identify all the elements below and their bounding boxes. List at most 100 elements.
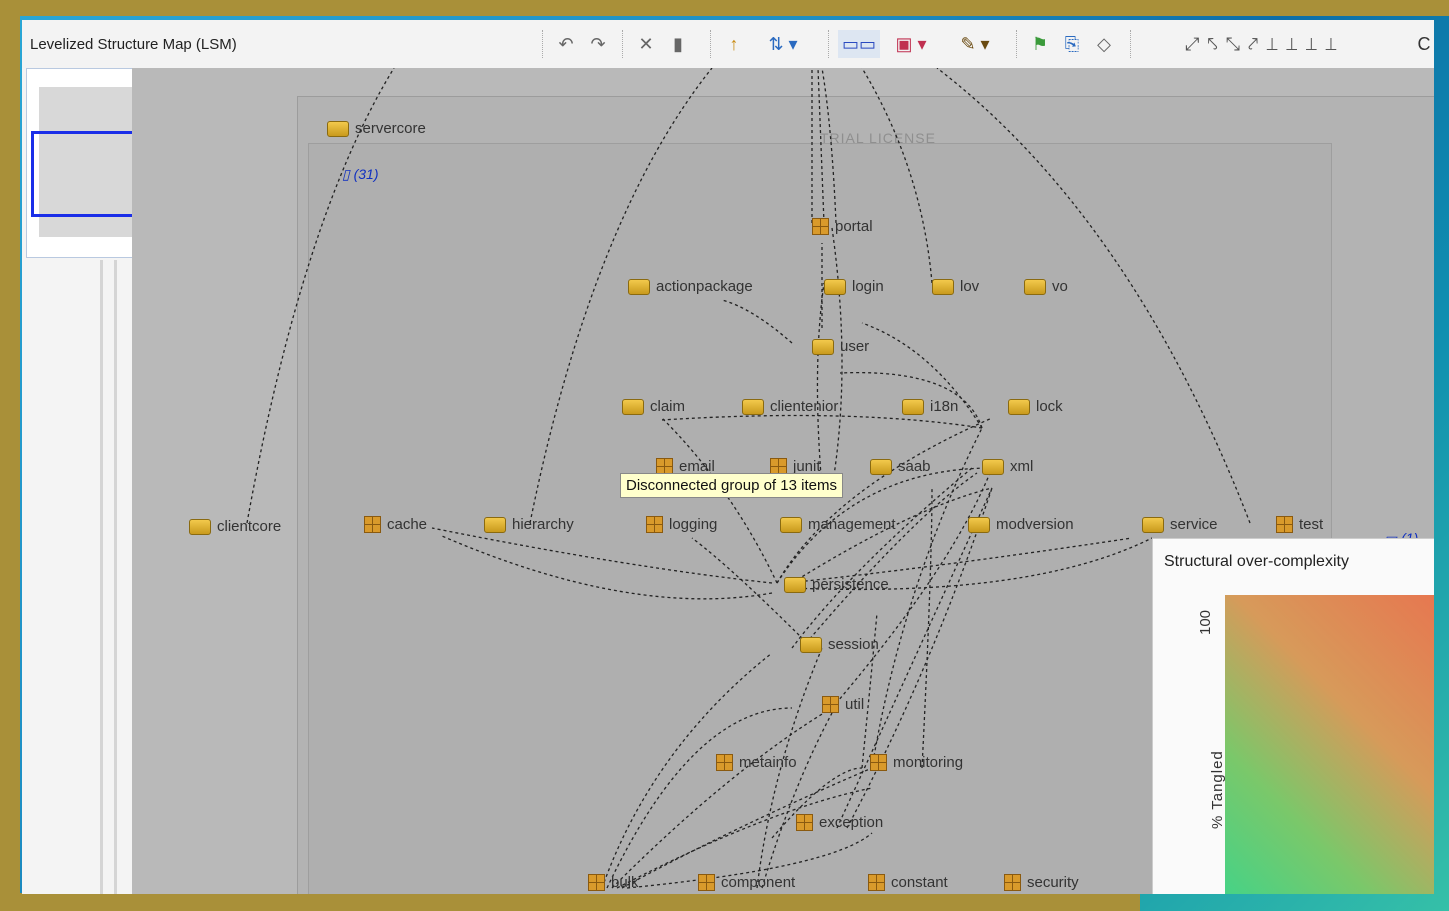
node-constant[interactable]: constant	[868, 874, 948, 891]
node-label: hierarchy	[512, 516, 574, 533]
node-label: clientenior	[770, 398, 839, 415]
node-cache[interactable]: cache	[364, 516, 427, 533]
y-axis-max-label: 100	[1197, 609, 1215, 636]
toolbar: Levelized Structure Map (LSM) ↶ ↷ ✕ ▮ ↑ …	[22, 20, 1434, 69]
node-metainfo[interactable]: metainfo	[716, 754, 797, 771]
node-lov[interactable]: lov	[932, 278, 979, 295]
folder-icon	[628, 278, 650, 295]
grid-icon[interactable]: ▭▭	[838, 30, 880, 58]
panel-divider	[114, 260, 117, 894]
count-icon: ▯	[342, 166, 354, 182]
package-icon	[822, 696, 839, 713]
complexity-chart-panel: Structural over-complexity 100 % Tangled	[1152, 538, 1434, 894]
package-icon	[870, 754, 887, 771]
node-component[interactable]: component	[698, 874, 795, 891]
node-service[interactable]: service	[1142, 516, 1218, 533]
node-label: persistence	[812, 576, 889, 593]
node-label: lock	[1036, 398, 1063, 415]
node-hierarchy[interactable]: hierarchy	[484, 516, 574, 533]
folder-icon	[982, 458, 1004, 475]
package-icon	[812, 218, 829, 235]
package-icon	[1276, 516, 1293, 533]
arrow-tools-icon[interactable]: ⤢⤣⤡⤤⊥⊥⊥⊥	[1140, 30, 1390, 58]
app-window: Levelized Structure Map (LSM) ↶ ↷ ✕ ▮ ↑ …	[22, 20, 1434, 894]
package-icon	[364, 516, 381, 533]
node-label: login	[852, 278, 884, 295]
cut-icon[interactable]: ✕	[632, 30, 660, 58]
node-lock[interactable]: lock	[1008, 398, 1063, 415]
brush-menu-icon[interactable]: ✎ ▾	[950, 30, 1000, 58]
diamond-icon[interactable]: ◇	[1090, 30, 1118, 58]
node-monitoring[interactable]: monitoring	[870, 754, 963, 771]
node-label: util	[845, 696, 865, 713]
node-label: security	[1027, 874, 1079, 891]
node-claim[interactable]: claim	[622, 398, 685, 415]
person-icon[interactable]: ⚑	[1026, 30, 1054, 58]
folder-icon	[800, 636, 822, 653]
folder-icon	[932, 278, 954, 295]
level-menu-icon[interactable]: ⇅ ▾	[756, 30, 810, 58]
node-saab[interactable]: saab	[870, 458, 931, 475]
node-i18n[interactable]: i18n	[902, 398, 958, 415]
node-label: actionpackage	[656, 278, 753, 295]
node-security[interactable]: security	[1004, 874, 1079, 891]
node-label: lov	[960, 278, 980, 295]
node-modversion[interactable]: modversion	[968, 516, 1074, 533]
folder-icon	[780, 516, 802, 533]
node-servercore[interactable]: servercore	[327, 120, 426, 137]
paste-icon[interactable]: ▮	[664, 30, 692, 58]
count-label: (31)	[353, 166, 379, 182]
folder-icon	[1008, 398, 1030, 415]
node-label: clientcore	[217, 518, 282, 535]
node-test[interactable]: test	[1276, 516, 1323, 533]
box-menu-icon[interactable]: ▣ ▾	[886, 30, 936, 58]
node-label: bulk	[611, 874, 639, 891]
node-login[interactable]: login	[824, 278, 884, 295]
tooltip: Disconnected group of 13 items	[620, 473, 843, 498]
node-vo[interactable]: vo	[1024, 278, 1068, 295]
node-label: session	[828, 636, 879, 653]
package-icon	[588, 874, 605, 891]
node-user[interactable]: user	[812, 338, 869, 355]
node-label: saab	[898, 458, 931, 475]
node-label: cache	[387, 516, 428, 533]
frame-bottom-edge	[0, 893, 1140, 911]
node-persistence[interactable]: persistence	[784, 576, 889, 593]
node-label: servercore	[355, 120, 426, 137]
undo-icon[interactable]: ↶	[552, 30, 580, 58]
overflow-label: C	[1417, 33, 1431, 54]
node-clientcore[interactable]: clientcore	[189, 518, 281, 535]
folder-icon	[1024, 278, 1046, 295]
level-up-icon[interactable]: ↑	[720, 30, 748, 58]
node-label: logging	[669, 516, 718, 533]
redo-icon[interactable]: ↷	[584, 30, 612, 58]
node-bulk[interactable]: bulk	[588, 874, 639, 891]
node-label: i18n	[930, 398, 959, 415]
node-management[interactable]: management	[780, 516, 896, 533]
package-icon	[868, 874, 885, 891]
node-util[interactable]: util	[822, 696, 864, 713]
folder-icon	[812, 338, 834, 355]
node-clientenior[interactable]: clientenior	[742, 398, 838, 415]
toolbar-separator	[542, 30, 543, 58]
package-icon	[646, 516, 663, 533]
node-label: exception	[819, 814, 884, 831]
node-label: vo	[1052, 278, 1068, 295]
folder-icon	[968, 516, 990, 533]
folder-icon	[870, 458, 892, 475]
window-title: Levelized Structure Map (LSM)	[30, 36, 237, 53]
package-icon	[1004, 874, 1021, 891]
package-icon	[698, 874, 715, 891]
export-icon[interactable]: ⎘	[1058, 30, 1086, 58]
node-label: xml	[1010, 458, 1034, 475]
node-portal[interactable]: portal	[812, 218, 873, 235]
node-session[interactable]: session	[800, 636, 879, 653]
node-actionpackage[interactable]: actionpackage	[628, 278, 753, 295]
node-xml[interactable]: xml	[982, 458, 1033, 475]
inner-count-badge[interactable]: ▯ (31)	[342, 166, 379, 183]
node-logging[interactable]: logging	[646, 516, 717, 533]
complexity-gradient-plot	[1225, 595, 1434, 894]
node-exception[interactable]: exception	[796, 814, 883, 831]
folder-icon	[484, 516, 506, 533]
folder-icon	[902, 398, 924, 415]
